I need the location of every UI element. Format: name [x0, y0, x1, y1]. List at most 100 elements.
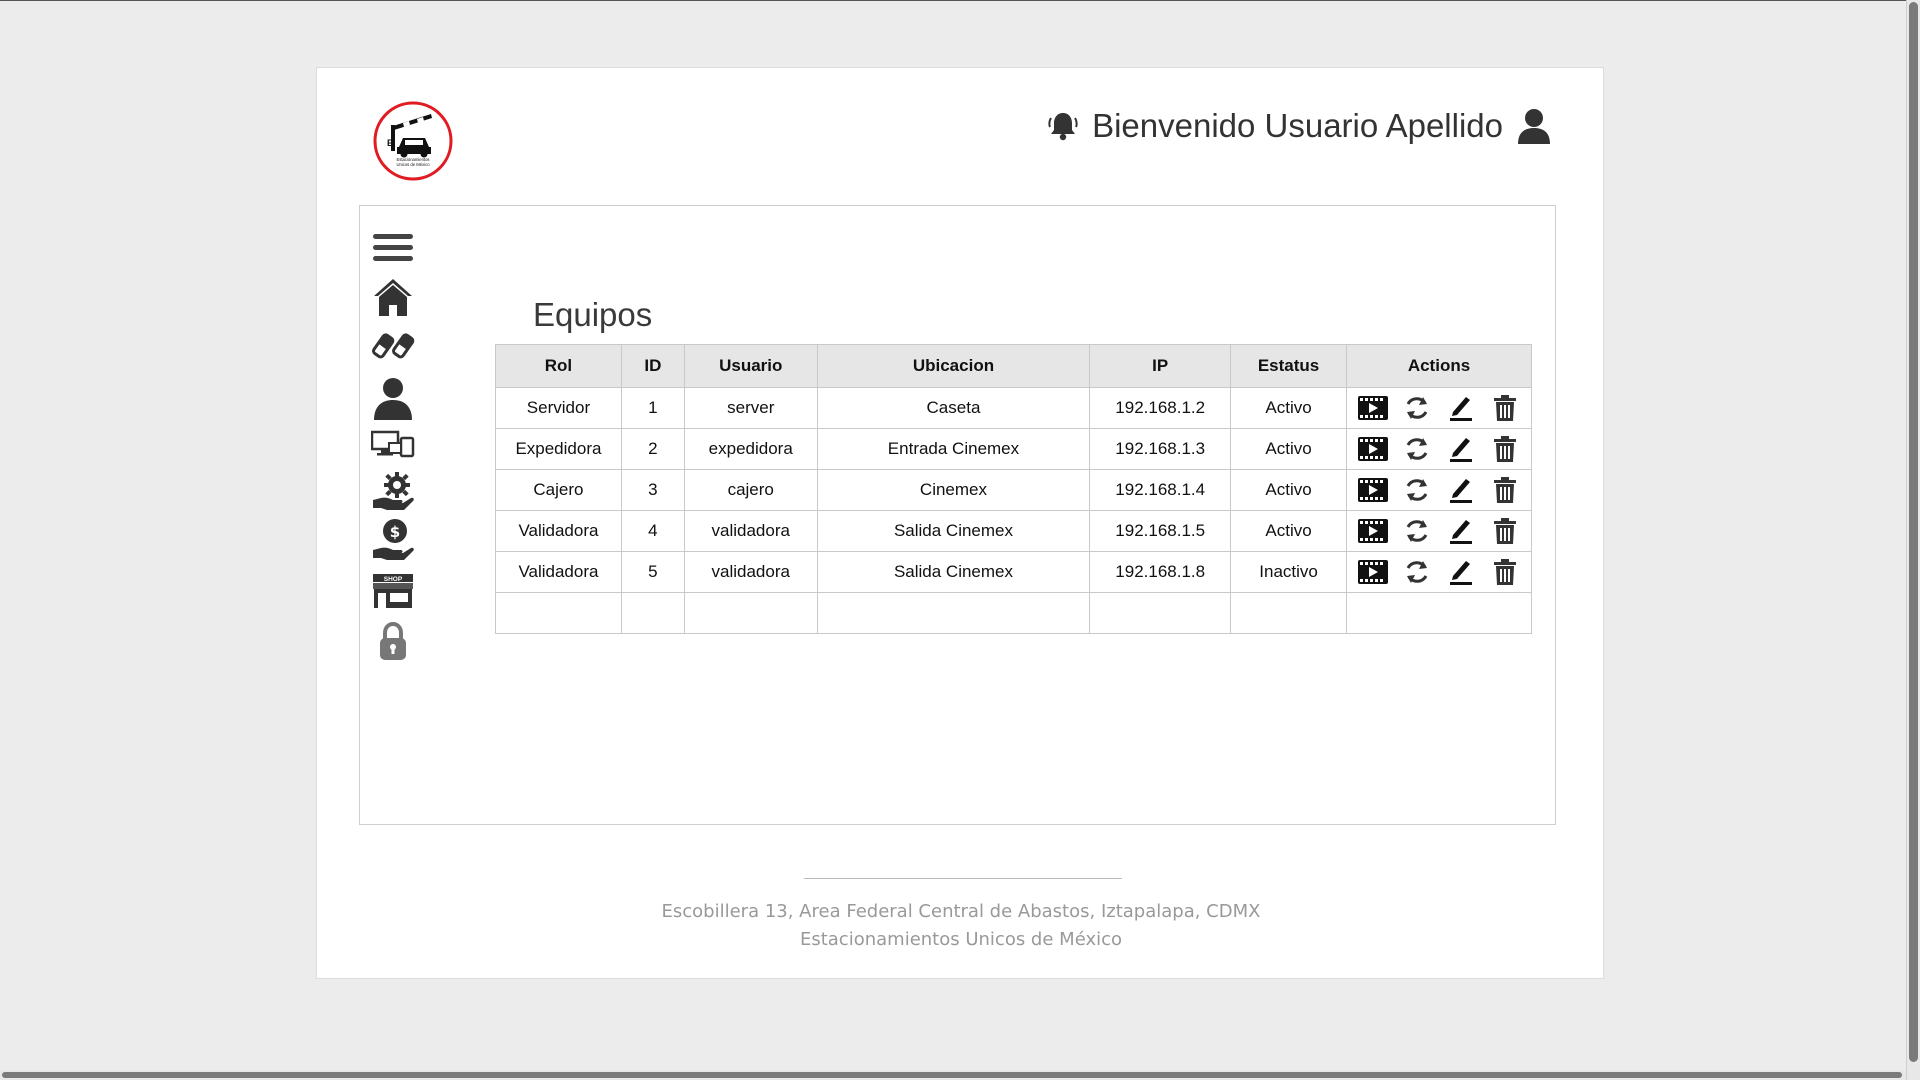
- video-icon: [1358, 437, 1388, 461]
- table-row: Cajero 3 cajero Cinemex 192.168.1.4 Activo: [495, 469, 1532, 511]
- cell-actions: [1346, 510, 1532, 552]
- cell-usuario: validadora: [683, 551, 818, 593]
- sidebar-item-payments[interactable]: $: [370, 519, 416, 563]
- column-header-estatus[interactable]: Estatus: [1230, 344, 1347, 388]
- cell-id: 4: [620, 510, 685, 552]
- cell-estatus: Activo: [1230, 387, 1347, 429]
- horizontal-scrollbar[interactable]: [0, 1070, 1906, 1080]
- svg-text:SHOP: SHOP: [384, 576, 403, 583]
- edit-button[interactable]: [1447, 394, 1475, 422]
- sidebar-item-home[interactable]: [370, 275, 416, 319]
- trash-icon: [1493, 476, 1517, 504]
- logo-letters: E: [387, 138, 393, 148]
- user-profile-icon[interactable]: [1515, 106, 1553, 146]
- cell-usuario: expedidora: [683, 428, 818, 470]
- sidebar-item-shop[interactable]: SHOP: [370, 569, 416, 613]
- delete-button[interactable]: [1491, 476, 1519, 504]
- vertical-scrollbar[interactable]: [1906, 0, 1920, 1080]
- lock-icon: [380, 622, 406, 660]
- company-logo[interactable]: E Estacionamientos Unicos de México: [373, 101, 453, 181]
- sidebar-item-tickets[interactable]: [370, 325, 416, 369]
- video-icon: [1358, 478, 1388, 502]
- page-title: Equipos: [533, 296, 653, 333]
- cell-usuario: cajero: [683, 469, 818, 511]
- bell-icon[interactable]: [1046, 109, 1080, 143]
- money-hand-icon: $: [373, 519, 414, 560]
- refresh-button[interactable]: [1403, 517, 1431, 545]
- sidebar-item-users[interactable]: [370, 376, 416, 420]
- delete-button[interactable]: [1491, 517, 1519, 545]
- edit-button[interactable]: [1447, 517, 1475, 545]
- svg-text:$: $: [390, 523, 400, 541]
- edit-button[interactable]: [1447, 435, 1475, 463]
- delete-button[interactable]: [1491, 435, 1519, 463]
- column-header-actions: Actions: [1346, 344, 1532, 388]
- refresh-button[interactable]: [1403, 394, 1431, 422]
- refresh-button[interactable]: [1403, 435, 1431, 463]
- cell-ubicacion: Salida Cinemex: [816, 551, 1091, 593]
- cell-estatus: Inactivo: [1230, 551, 1347, 593]
- refresh-button[interactable]: [1403, 476, 1431, 504]
- column-header-rol[interactable]: Rol: [495, 344, 622, 388]
- cell-actions: [1346, 469, 1532, 511]
- edit-icon: [1448, 435, 1474, 463]
- table-row: Expedidora 2 expedidora Entrada Cinemex 192.…: [495, 428, 1532, 470]
- edit-icon: [1448, 558, 1474, 586]
- refresh-icon: [1403, 394, 1431, 422]
- logo-icon: E Estacionamientos Unicos de México: [373, 101, 453, 181]
- cell-rol: Validadora: [495, 551, 622, 593]
- column-header-id[interactable]: ID: [620, 344, 685, 388]
- table-row: Servidor 1 server Caseta 192.168.1.2 Activo: [495, 387, 1532, 429]
- refresh-button[interactable]: [1403, 558, 1431, 586]
- edit-button[interactable]: [1447, 476, 1475, 504]
- view-video-button[interactable]: [1358, 558, 1388, 586]
- cell-usuario: server: [683, 387, 818, 429]
- cell-estatus: Activo: [1230, 469, 1347, 511]
- video-icon: [1358, 560, 1388, 584]
- view-video-button[interactable]: [1358, 394, 1388, 422]
- column-header-ubicacion[interactable]: Ubicacion: [816, 344, 1091, 388]
- edit-icon: [1448, 394, 1474, 422]
- refresh-icon: [1403, 517, 1431, 545]
- cell-estatus: Activo: [1230, 510, 1347, 552]
- view-video-button[interactable]: [1358, 517, 1388, 545]
- page-card: E Estacionamientos Unicos de México Bien…: [316, 67, 1604, 979]
- refresh-icon: [1403, 476, 1431, 504]
- video-icon: [1358, 396, 1388, 420]
- cell-ip: 192.168.1.2: [1089, 387, 1232, 429]
- delete-button[interactable]: [1491, 394, 1519, 422]
- column-header-usuario[interactable]: Usuario: [683, 344, 818, 388]
- hamburger-icon: [373, 234, 413, 261]
- devices-table: Rol ID Usuario Ubicacion IP Estatus Acti…: [495, 344, 1532, 634]
- edit-button[interactable]: [1447, 558, 1475, 586]
- view-video-button[interactable]: [1358, 476, 1388, 504]
- sidebar-item-settings[interactable]: [370, 470, 416, 514]
- cell-ip: 192.168.1.4: [1089, 469, 1232, 511]
- delete-button[interactable]: [1491, 558, 1519, 586]
- refresh-icon: [1403, 435, 1431, 463]
- sidebar-item-devices[interactable]: [370, 422, 416, 466]
- header-user-area: Bienvenido Usuario Apellido: [1046, 104, 1553, 148]
- cell-rol: Expedidora: [495, 428, 622, 470]
- sidebar-item-lock[interactable]: [370, 620, 416, 664]
- shop-icon: SHOP: [373, 574, 413, 608]
- trash-icon: [1493, 517, 1517, 545]
- cell-actions: [1346, 387, 1532, 429]
- user-icon: [374, 378, 412, 420]
- cell-ubicacion: Caseta: [816, 387, 1091, 429]
- sidebar-item-menu[interactable]: [370, 226, 416, 270]
- home-icon: [374, 279, 412, 316]
- view-video-button[interactable]: [1358, 435, 1388, 463]
- logo-line2: Unicos de México: [396, 162, 430, 167]
- trash-icon: [1493, 394, 1517, 422]
- cell-ubicacion: Entrada Cinemex: [816, 428, 1091, 470]
- footer-divider: [804, 878, 1122, 879]
- cell-ubicacion: Salida Cinemex: [816, 510, 1091, 552]
- window-top-border: [0, 0, 1920, 1]
- content-panel: $ SHOP Equipos Rol ID Usuario Ubicacion …: [359, 205, 1556, 825]
- column-header-ip[interactable]: IP: [1089, 344, 1232, 388]
- footer-address: Escobillera 13, Area Federal Central de …: [661, 901, 1261, 922]
- cell-id: 3: [620, 469, 685, 511]
- cell-id: 2: [620, 428, 685, 470]
- table-row-empty: [495, 592, 1532, 634]
